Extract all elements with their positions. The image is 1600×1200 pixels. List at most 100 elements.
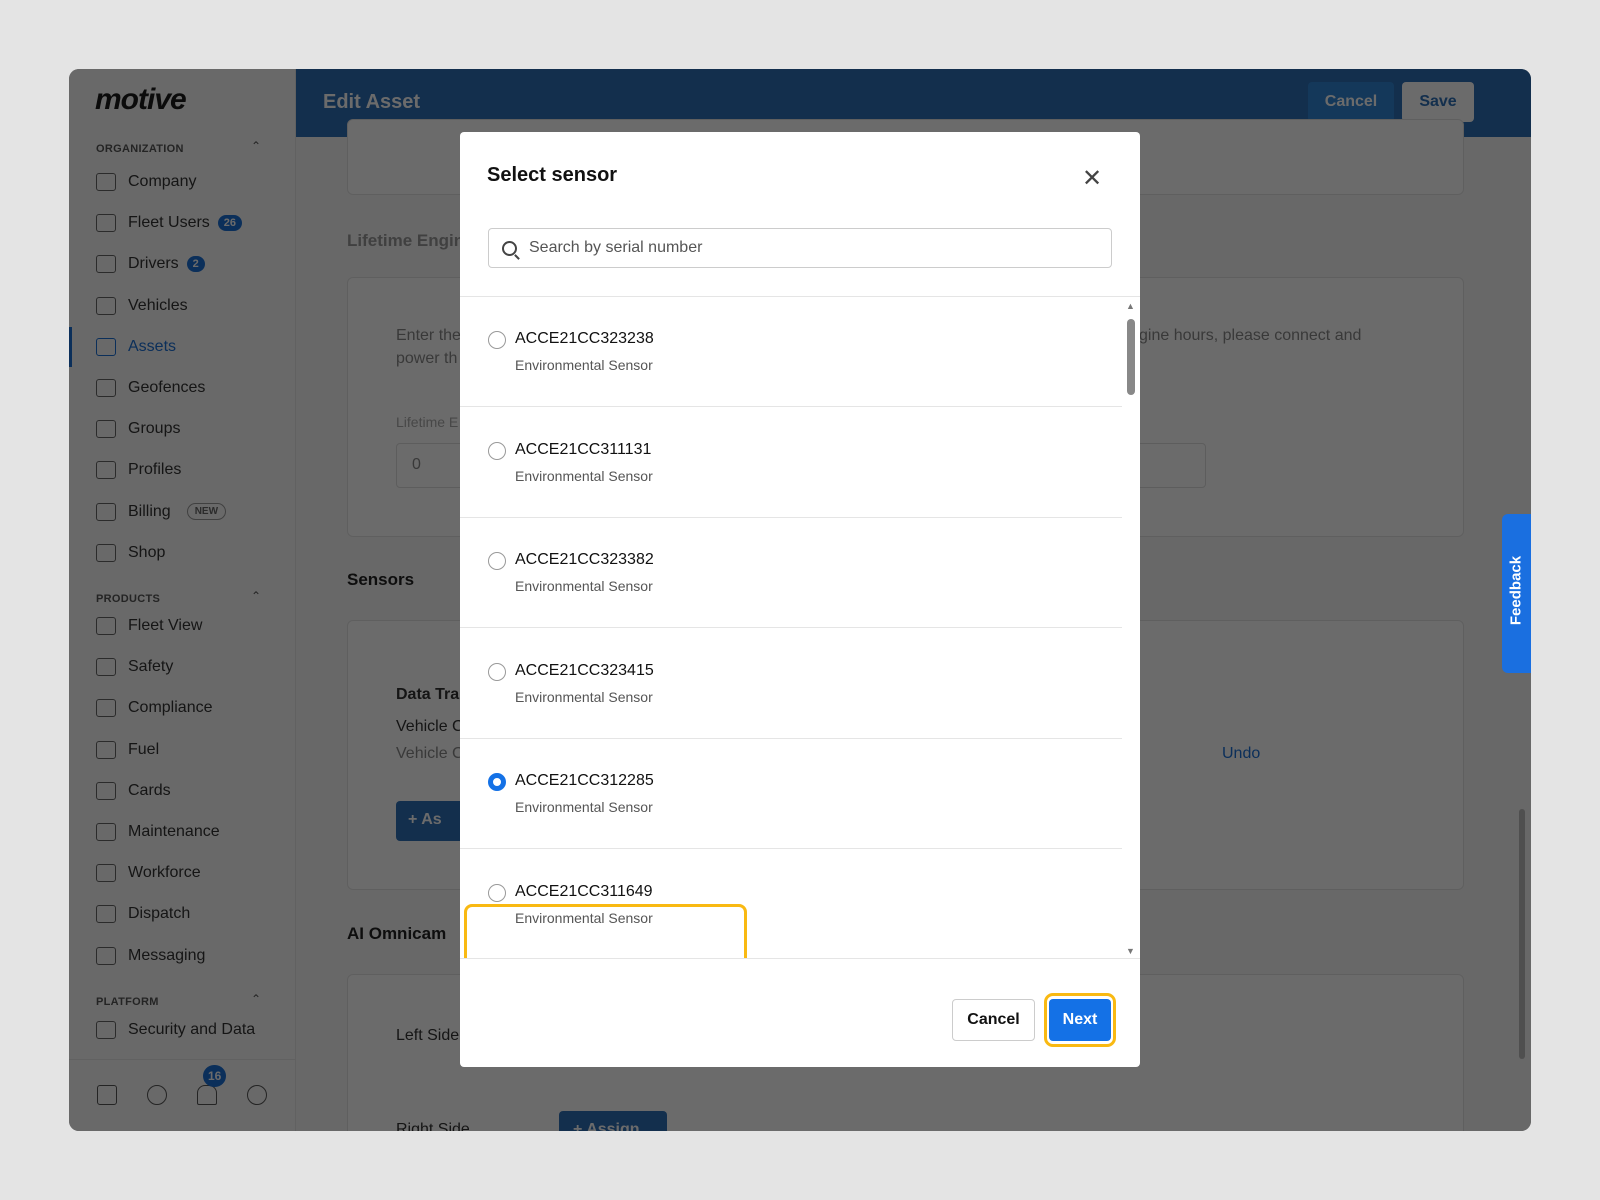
page-title: Edit Asset xyxy=(323,91,421,113)
list-scrollbar[interactable]: ▲ ▼ xyxy=(1123,297,1140,958)
lifetime-text-right: gine hours, please connect and xyxy=(1139,327,1362,344)
sensor-option[interactable]: ACCE21CC323238 Environmental Sensor xyxy=(460,297,1122,407)
radio-button[interactable] xyxy=(488,441,506,460)
search-input[interactable] xyxy=(529,239,1111,257)
sidebar-item-label: Workforce xyxy=(128,864,201,882)
sidebar-item-billing[interactable]: Billing NEW xyxy=(96,497,286,527)
sensors-title: Sensors xyxy=(347,570,415,589)
profiles-icon xyxy=(96,461,116,480)
sensor-option[interactable]: ACCE21CC312285 Environmental Sensor xyxy=(460,739,1122,849)
sidebar-item-label: Security and Data xyxy=(128,1021,256,1038)
page-scrollbar[interactable] xyxy=(1519,809,1525,1059)
sidebar-item-label: Fleet Users xyxy=(128,214,210,232)
drivers-icon xyxy=(96,255,116,274)
collapse-products-icon[interactable]: ⌃ xyxy=(251,589,261,603)
security-and-data-icon xyxy=(96,1021,116,1039)
fuel-icon xyxy=(96,740,116,759)
sidebar-item-shop[interactable]: Shop xyxy=(96,538,286,568)
sidebar-item-groups[interactable]: Groups xyxy=(96,414,286,444)
sidebar-item-label: Vehicles xyxy=(128,296,188,314)
sidebar-item-fuel[interactable]: Fuel xyxy=(96,735,286,765)
collapse-organization-icon[interactable]: ⌃ xyxy=(251,139,261,153)
sidebar-item-maintenance[interactable]: Maintenance xyxy=(96,817,286,847)
selection-highlight xyxy=(464,904,747,958)
sidebar-item-drivers[interactable]: Drivers 2 xyxy=(96,249,286,279)
billing-icon xyxy=(96,502,116,521)
sidebar-item-label: Drivers xyxy=(128,255,179,273)
sidebar-item-dispatch[interactable]: Dispatch xyxy=(96,899,286,929)
sensor-serial: ACCE21CC323382 xyxy=(515,551,654,568)
sensor-option[interactable]: ACCE21CC323415 Environmental Sensor xyxy=(460,629,1122,739)
sidebar-item-fleet-users[interactable]: Fleet Users 26 xyxy=(96,208,286,238)
user-profile-icon[interactable] xyxy=(247,1085,267,1105)
lifetime-text-2: power th xyxy=(396,350,458,367)
app-window: motive ORGANIZATION ⌃ Company Fleet Users… xyxy=(69,69,1531,1131)
header-cancel-button[interactable]: Cancel xyxy=(1308,82,1394,122)
next-button[interactable]: Next xyxy=(1049,999,1111,1041)
notification-badge: 16 xyxy=(203,1065,227,1087)
sensor-serial: ACCE21CC311649 xyxy=(515,882,653,900)
shop-icon xyxy=(96,543,116,562)
search-icon xyxy=(502,240,517,256)
dialog-title: Select sensor xyxy=(487,164,618,186)
motive-logo: motive xyxy=(95,83,187,116)
fleet-users-icon xyxy=(96,214,116,233)
sidebar-item-label: Assets xyxy=(128,337,177,355)
assign-camera-button[interactable]: + Assign xyxy=(559,1111,667,1131)
sidebar-item-label: Dispatch xyxy=(128,905,191,923)
sidebar-item-geofences[interactable]: Geofences xyxy=(96,373,286,403)
safety-icon xyxy=(96,658,116,677)
sidebar-item-company[interactable]: Company xyxy=(96,167,286,197)
sensor-type: Environmental Sensor xyxy=(515,578,653,594)
sidebar-item-label: Company xyxy=(128,173,197,190)
sidebar-item-vehicles[interactable]: Vehicles xyxy=(96,291,286,321)
sidebar-item-workforce[interactable]: Workforce xyxy=(96,858,286,888)
sensor-list: ACCE21CC323238 Environmental Sensor ACCE21… xyxy=(460,296,1140,959)
sidebar-item-cards[interactable]: Cards xyxy=(96,776,286,806)
sensor-serial: ACCE21CC323415 xyxy=(515,661,654,679)
undo-link[interactable]: Undo xyxy=(1222,745,1260,763)
dispatch-icon xyxy=(96,905,116,924)
sidebar-item-security-and-data[interactable]: Security and Data xyxy=(96,1015,286,1045)
sidebar-item-label: Cards xyxy=(128,781,171,799)
feedback-tab[interactable]: Feedback xyxy=(1502,514,1531,673)
sidebar-item-safety[interactable]: Safety xyxy=(96,652,286,682)
radio-button[interactable] xyxy=(488,331,506,349)
lifetime-text: Enter the xyxy=(396,327,461,344)
sidebar-item-label: Fleet View xyxy=(128,617,203,634)
geofences-icon xyxy=(96,379,116,397)
map-pin-icon[interactable] xyxy=(97,1085,117,1105)
search-field[interactable] xyxy=(488,228,1112,268)
sidebar-item-profiles[interactable]: Profiles xyxy=(96,455,286,485)
lifetime-label: Lifetime E xyxy=(396,414,459,430)
sensor-option[interactable]: ACCE21CC323382 Environmental Sensor xyxy=(460,518,1122,628)
collapse-platform-icon[interactable]: ⌃ xyxy=(251,992,261,1006)
bell-icon[interactable] xyxy=(197,1085,217,1105)
sidebar-item-messaging[interactable]: Messaging xyxy=(96,941,286,971)
sensor-serial: ACCE21CC323238 xyxy=(515,330,654,347)
close-icon[interactable]: ✕ xyxy=(1082,164,1102,193)
omnicam-title: AI Omnicam xyxy=(347,924,447,943)
sidebar-item-label: Safety xyxy=(128,658,174,676)
sensor-option[interactable]: ACCE21CC311131 Environmental Sensor xyxy=(460,408,1122,518)
radio-button[interactable] xyxy=(488,883,506,902)
radio-button[interactable] xyxy=(488,662,506,681)
dialog-cancel-button[interactable]: Cancel xyxy=(952,999,1035,1041)
help-icon[interactable] xyxy=(147,1085,167,1105)
radio-button[interactable] xyxy=(488,773,506,791)
sidebar-footer: 16 xyxy=(69,1059,296,1131)
vehicles-icon xyxy=(96,296,116,315)
sidebar-item-label: Shop xyxy=(128,543,166,561)
section-organization: ORGANIZATION xyxy=(96,143,184,155)
radio-button[interactable] xyxy=(488,552,506,570)
count-badge: 2 xyxy=(186,256,205,273)
vehicle-label-2: Vehicle C xyxy=(396,745,464,762)
header-save-button[interactable]: Save xyxy=(1402,82,1474,122)
messaging-icon xyxy=(96,946,116,965)
sidebar-item-compliance[interactable]: Compliance xyxy=(96,693,286,723)
fleet-view-icon xyxy=(96,617,116,635)
sidebar-item-assets[interactable]: Assets xyxy=(96,332,286,362)
compliance-icon xyxy=(96,699,116,718)
sidebar-item-fleet-view[interactable]: Fleet View xyxy=(96,611,286,641)
sidebar-item-label: Profiles xyxy=(128,461,182,479)
